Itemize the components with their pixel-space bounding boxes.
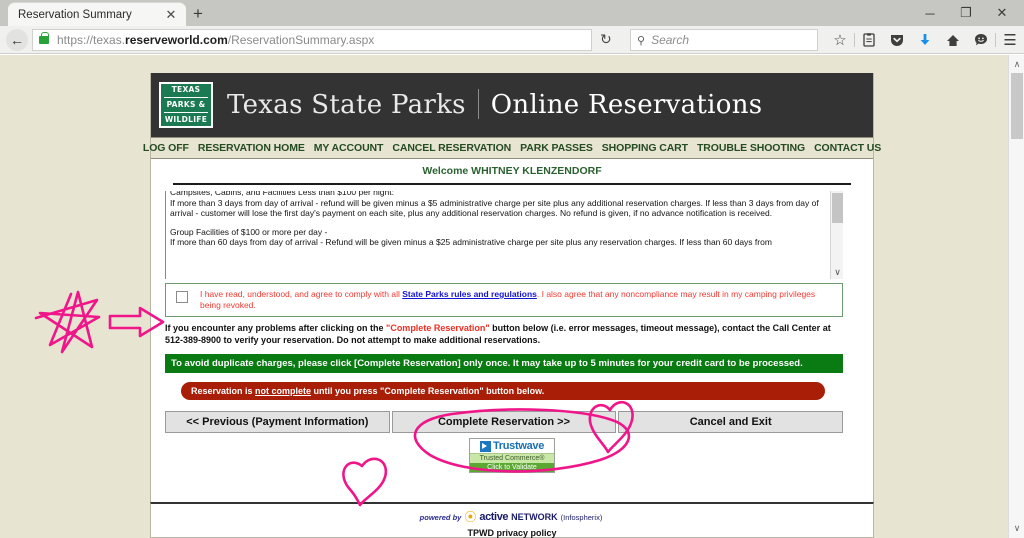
download-icon[interactable] xyxy=(911,28,939,52)
url-text: https://texas.reserveworld.com/Reservati… xyxy=(57,33,374,47)
tab-title: Reservation Summary xyxy=(18,8,132,21)
nav-reservation-home[interactable]: RESERVATION HOME xyxy=(198,142,305,154)
trustwave-click-to-validate[interactable]: Click to Validate xyxy=(470,463,554,472)
agreement-checkbox[interactable] xyxy=(176,291,188,303)
policy-scrollbar[interactable]: ∨ xyxy=(830,191,843,279)
close-tab-icon[interactable]: ✕ xyxy=(164,8,178,22)
search-placeholder: Search xyxy=(651,33,690,47)
screenshot-root: Reservation Summary ✕ + ─ ❐ ✕ ← https://… xyxy=(0,0,1024,538)
menu-icon[interactable]: ☰ xyxy=(996,28,1024,52)
back-icon[interactable]: ← xyxy=(6,28,28,51)
active-brand: active xyxy=(479,511,509,523)
nav-my-account[interactable]: MY ACCOUNT xyxy=(314,142,384,154)
restore-icon[interactable]: ❐ xyxy=(948,0,984,26)
nav-contact-us[interactable]: CONTACT US xyxy=(814,142,881,154)
nav-cancel-reservation[interactable]: CANCEL RESERVATION xyxy=(392,142,511,154)
logo-line-2: PARKS & xyxy=(164,97,208,110)
nav-shopping-cart[interactable]: SHOPPING CART xyxy=(602,142,688,154)
trustwave-name: Trustwave xyxy=(492,440,545,452)
agreement-text-before: I have read, understood, and agree to co… xyxy=(200,289,403,299)
logo-line-1: TEXAS xyxy=(171,85,201,94)
trustwave-wrap: Trustwave Trusted Commerce® Click to Val… xyxy=(151,438,873,473)
policy-text-clip: Campsites, Cabins, and Facilities Less t… xyxy=(170,191,823,256)
active-network-word: NETWORK xyxy=(511,512,558,522)
red-banner-emphasis: not complete xyxy=(255,386,312,396)
site-nav: LOG OFF RESERVATION HOME MY ACCOUNT CANC… xyxy=(143,137,881,159)
problem-callout: If you encounter any problems after clic… xyxy=(165,323,843,346)
active-network-badge: powered by ⦿ active NETWORK (Infospherix… xyxy=(413,509,609,525)
home-icon[interactable] xyxy=(939,28,967,52)
nav-log-off[interactable]: LOG OFF xyxy=(143,142,189,154)
page-scrollbar[interactable]: ∧ ∨ xyxy=(1008,55,1024,538)
infospherix-label: (Infospherix) xyxy=(560,512,603,522)
callout-quoted: "Complete Reservation" xyxy=(386,323,490,333)
url-prefix: https://texas. xyxy=(57,33,126,47)
cancel-and-exit-button[interactable]: Cancel and Exit xyxy=(618,411,844,433)
duplicate-charge-banner: To avoid duplicate charges, please click… xyxy=(165,354,843,373)
title-divider xyxy=(477,88,479,119)
policy-paragraph: Campsites, Cabins, and Facilities Less t… xyxy=(170,191,819,218)
site-title-sub: Online Reservations xyxy=(490,89,763,120)
policy-section: Campsites, Cabins, and Facilities Less t… xyxy=(165,191,843,279)
trustwave-logo-row: Trustwave xyxy=(470,439,554,453)
close-window-icon[interactable]: ✕ xyxy=(984,0,1020,26)
policy-scrollbar-thumb[interactable] xyxy=(832,193,843,223)
trustwave-badge[interactable]: Trustwave Trusted Commerce® Click to Val… xyxy=(469,438,555,473)
state-parks-rules-link[interactable]: State Parks rules and regulations xyxy=(402,289,537,299)
search-icon: ⚲ xyxy=(637,34,646,47)
library-icon[interactable] xyxy=(855,28,883,52)
page-scrollbar-thumb[interactable] xyxy=(1011,73,1023,139)
window-controls: ─ ❐ ✕ xyxy=(912,0,1020,26)
scroll-up-icon[interactable]: ∧ xyxy=(1009,59,1024,70)
browser-tab-bar: Reservation Summary ✕ + ─ ❐ ✕ xyxy=(0,0,1024,26)
policy-paragraph: Group Facilities of $100 or more per day… xyxy=(170,226,772,248)
site-header: TEXAS PARKS & WILDLIFE Texas State Parks… xyxy=(151,73,873,137)
search-bar[interactable]: ⚲ Search xyxy=(630,29,818,51)
site-title: Texas State Parks Online Reservations xyxy=(227,88,763,121)
logo-line-3: WILDLIFE xyxy=(164,112,208,125)
address-bar[interactable]: https://texas.reserveworld.com/Reservati… xyxy=(32,29,592,51)
page-viewport: TEXAS PARKS & WILDLIFE Texas State Parks… xyxy=(0,55,1024,538)
trustwave-trusted-commerce: Trusted Commerce® xyxy=(470,453,554,463)
action-button-row: << Previous (Payment Information) Comple… xyxy=(165,411,844,433)
red-banner-after: until you press "Complete Reservation" b… xyxy=(311,386,545,396)
policy-scroll-down-icon[interactable]: ∨ xyxy=(831,268,843,277)
minimize-icon[interactable]: ─ xyxy=(912,0,948,26)
browser-tab[interactable]: Reservation Summary ✕ xyxy=(8,2,186,26)
url-domain: reserveworld.com xyxy=(125,33,228,47)
url-path: /ReservationSummary.aspx xyxy=(227,33,375,47)
lock-icon xyxy=(39,32,49,44)
trustwave-mark-icon xyxy=(479,440,491,452)
nav-trouble-shooting[interactable]: TROUBLE SHOOTING xyxy=(697,142,805,154)
nav-park-passes[interactable]: PARK PASSES xyxy=(520,142,593,154)
complete-reservation-button[interactable]: Complete Reservation >> xyxy=(391,411,617,433)
site-title-main: Texas State Parks xyxy=(227,89,466,120)
page-content: TEXAS PARKS & WILDLIFE Texas State Parks… xyxy=(143,73,881,538)
powered-by-label: powered by xyxy=(419,512,462,522)
active-swoosh-icon: ⦿ xyxy=(464,510,477,524)
agreement-row: I have read, understood, and agree to co… xyxy=(165,283,843,317)
red-banner-before: Reservation is xyxy=(191,386,256,396)
not-complete-banner: Reservation is not complete until you pr… xyxy=(181,382,825,400)
new-tab-icon[interactable]: + xyxy=(188,4,208,24)
feedback-smiley-icon[interactable] xyxy=(967,28,995,52)
pocket-icon[interactable] xyxy=(883,28,911,52)
scroll-down-icon[interactable]: ∨ xyxy=(1009,523,1024,534)
previous-button[interactable]: << Previous (Payment Information) xyxy=(165,411,390,433)
header-divider xyxy=(173,183,851,185)
policy-scroll-box[interactable]: Campsites, Cabins, and Facilities Less t… xyxy=(165,191,843,279)
tpwd-logo: TEXAS PARKS & WILDLIFE xyxy=(159,82,213,128)
page-footer: powered by ⦿ active NETWORK (Infospherix… xyxy=(150,502,874,538)
agreement-text: I have read, understood, and agree to co… xyxy=(200,289,836,311)
callout-part1: If you encounter any problems after clic… xyxy=(165,323,387,333)
browser-toolbar-icons: ☆ ☰ xyxy=(826,28,1024,52)
welcome-message: Welcome WHITNEY KLENZENDORF xyxy=(422,165,602,177)
bookmark-star-icon[interactable]: ☆ xyxy=(826,28,854,52)
privacy-policy-link[interactable]: TPWD privacy policy xyxy=(151,528,873,538)
reload-icon[interactable]: ↻ xyxy=(600,31,612,48)
